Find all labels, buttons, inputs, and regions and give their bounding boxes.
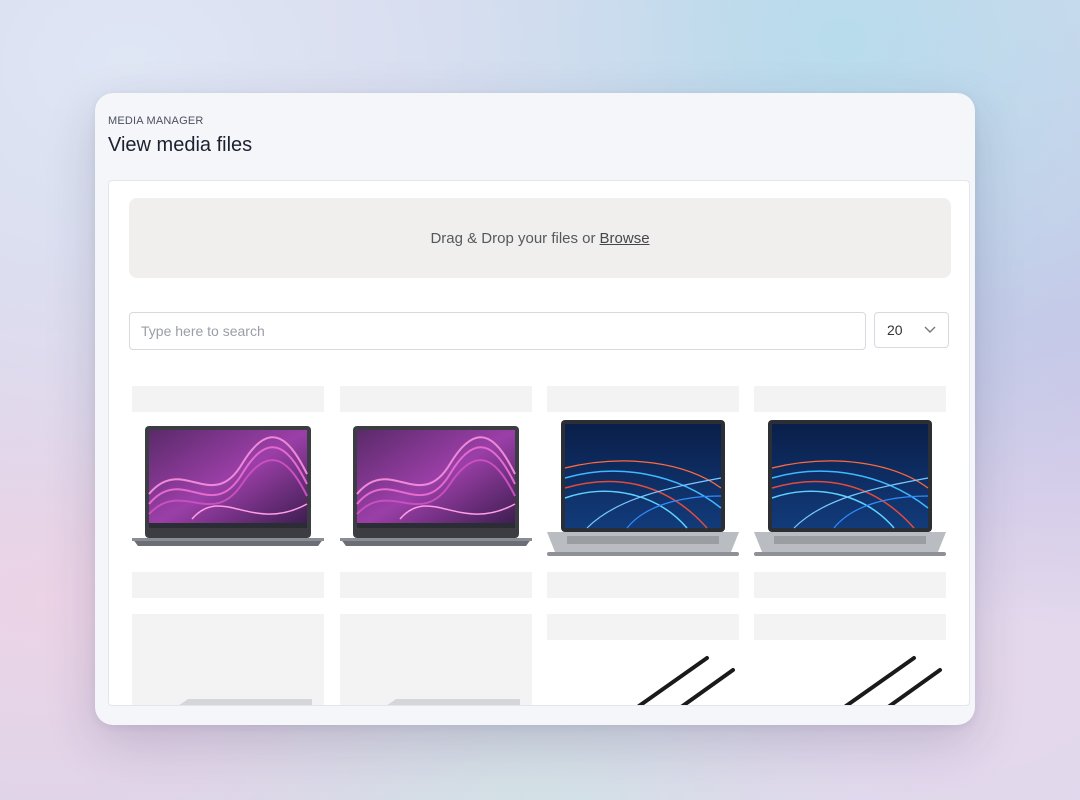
file-dropzone[interactable]: Drag & Drop your files or Browse (129, 198, 951, 278)
item-top-placeholder (754, 614, 946, 640)
item-caption-placeholder (340, 572, 532, 598)
laptop-closed-image (179, 699, 312, 705)
item-top-placeholder (754, 386, 946, 412)
cable-image (844, 656, 942, 705)
media-item[interactable] (547, 386, 739, 598)
item-top-placeholder (547, 614, 739, 640)
item-caption-placeholder (132, 572, 324, 598)
item-caption-placeholder (547, 572, 739, 598)
media-item[interactable] (340, 614, 532, 705)
laptop-image (547, 420, 739, 556)
item-top-placeholder (340, 386, 532, 412)
search-input[interactable] (129, 312, 866, 350)
dropzone-text: Drag & Drop your files or (430, 229, 596, 247)
laptop-closed-image (387, 699, 520, 705)
laptop-image (754, 420, 946, 556)
item-top-placeholder (547, 386, 739, 412)
media-item[interactable] (754, 386, 946, 598)
browse-link[interactable]: Browse (600, 230, 650, 247)
per-page-value: 20 (887, 322, 903, 338)
item-caption-placeholder (754, 572, 946, 598)
laptop-image (340, 426, 532, 546)
item-image-placeholder (340, 614, 532, 705)
item-image-placeholder (132, 614, 324, 705)
media-manager-window: MEDIA MANAGER View media files Drag & Dr… (95, 93, 975, 725)
media-item[interactable] (132, 614, 324, 705)
laptop-image (132, 426, 324, 546)
page-title: View media files (108, 134, 253, 156)
cable-image (637, 656, 735, 705)
item-top-placeholder (132, 386, 324, 412)
chevron-down-icon (924, 326, 936, 333)
media-card: Drag & Drop your files or Browse 20 (108, 180, 970, 706)
section-eyebrow: MEDIA MANAGER (108, 115, 204, 127)
media-item[interactable] (547, 614, 739, 705)
media-item[interactable] (132, 386, 324, 598)
per-page-select[interactable]: 20 (874, 312, 949, 348)
media-item[interactable] (754, 614, 946, 705)
media-item[interactable] (340, 386, 532, 598)
